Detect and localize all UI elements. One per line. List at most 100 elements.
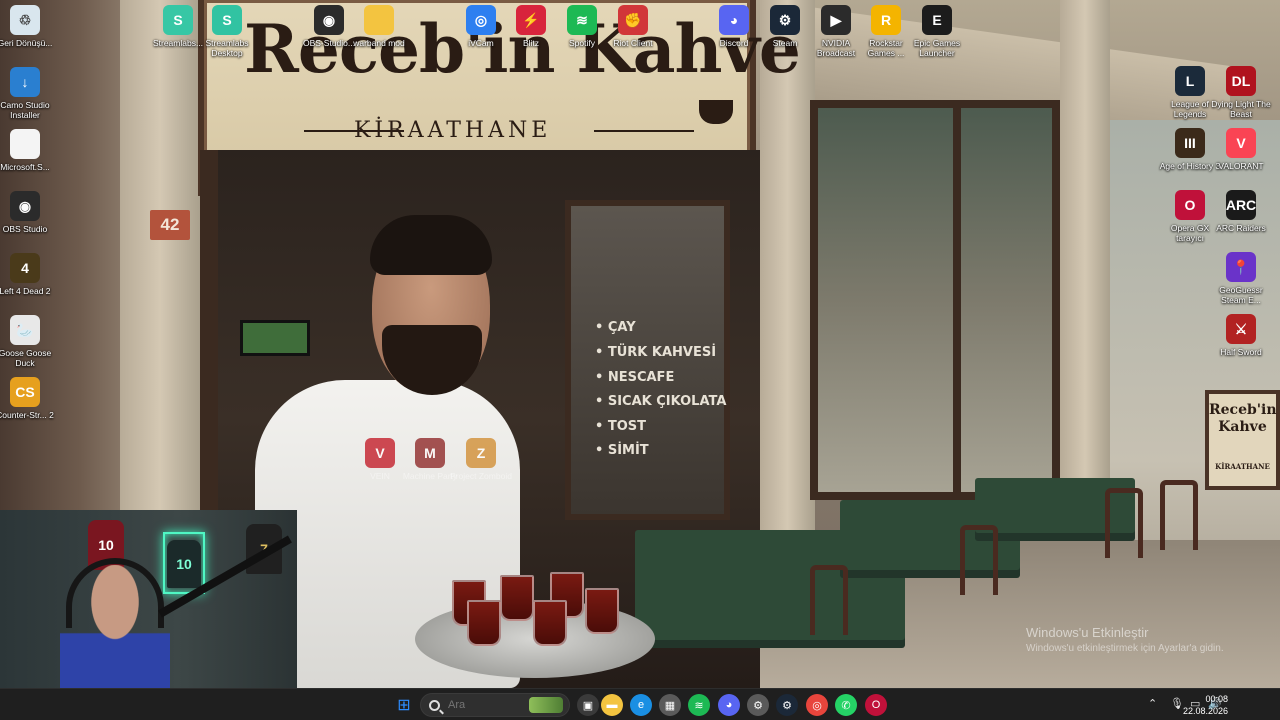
steam-taskbar-icon[interactable]: ⚙ <box>776 694 798 716</box>
desktop-shortcut-label: Streamlabs Desktop <box>205 38 249 58</box>
streamlabs-desktop-icon: S <box>212 5 242 35</box>
desktop-shortcut-label: GeoGuessr Steam E... <box>1219 285 1263 305</box>
clock-date: 22.08.2026 <box>1182 706 1228 716</box>
taskbar-search[interactable] <box>420 693 570 717</box>
steam-icon: ⚙ <box>770 5 800 35</box>
desktop-shortcut[interactable]: V VALORANT <box>1210 128 1272 171</box>
tea-glass <box>533 600 567 646</box>
desktop-shortcut[interactable]: 🦢 Goose Goose Duck <box>0 315 56 368</box>
obs-studio-icon: ◉ <box>10 191 40 221</box>
waiter-hair <box>370 215 492 275</box>
whatsapp-icon[interactable]: ✆ <box>835 694 857 716</box>
desktop-shortcut[interactable]: warband mod <box>348 5 410 48</box>
stand-sign-subtitle: KİRAATHANE <box>1215 462 1270 471</box>
settings-icon[interactable]: ⚙ <box>747 694 769 716</box>
coffee-cup-icon <box>699 100 733 124</box>
spotify-icon: ≋ <box>567 5 597 35</box>
desktop-shortcut[interactable]: ⚔ Half Sword <box>1210 314 1272 357</box>
menu-item: • TÜRK KAHVESİ <box>595 345 717 360</box>
desktop-shortcut[interactable]: Z Project Zomboid <box>450 438 512 481</box>
start-icon: ⊞ <box>397 697 411 714</box>
folder-icon <box>364 5 394 35</box>
task-view-icon[interactable]: ▣ <box>577 694 599 716</box>
rockstar-icon: R <box>871 5 901 35</box>
desktop-shortcut-label: VALORANT <box>1218 161 1264 171</box>
machine-party-icon: M <box>415 438 445 468</box>
menu-item: • ÇAY <box>595 320 636 335</box>
menu-item: • NESCAFE <box>595 370 675 385</box>
arc-raiders-icon: ARC <box>1226 190 1256 220</box>
chevron-up-icon[interactable]: ⌃ <box>1148 697 1157 710</box>
epic-icon: E <box>922 5 952 35</box>
cafe-chair <box>960 525 998 595</box>
camo-icon: ↓ <box>10 67 40 97</box>
desktop-shortcut-label: Left 4 Dead 2 <box>0 286 51 296</box>
discord-taskbar-icon[interactable]: ◕ <box>718 694 740 716</box>
cafe-tv <box>240 320 310 356</box>
webcam-overlay: 10 10 7 <box>0 510 297 688</box>
desktop-shortcut-label: Dying Light The Beast <box>1211 99 1271 119</box>
goose-icon: 🦢 <box>10 315 40 345</box>
cafe-chair <box>1105 488 1143 558</box>
desktop-shortcut[interactable]: ♲ Geri Dönüşü... <box>0 5 56 48</box>
wallpaper-window <box>810 100 1060 500</box>
valorant-icon: V <box>1226 128 1256 158</box>
vein-icon: V <box>365 438 395 468</box>
microphone-icon[interactable]: 🎙 <box>1170 697 1184 710</box>
tea-glass <box>467 600 501 646</box>
store-icon[interactable]: ▦ <box>659 694 681 716</box>
search-input[interactable] <box>448 699 518 711</box>
desktop-shortcut[interactable]: ARC ARC Raiders <box>1210 190 1272 233</box>
activation-watermark-text: Windows'u etkinleştirmek için Ayarlar'a … <box>1026 643 1224 654</box>
obs-icon: ◉ <box>314 5 344 35</box>
desktop-shortcut[interactable]: S Streamlabs Desktop <box>196 5 258 58</box>
zomboid-icon: Z <box>466 438 496 468</box>
desktop-shortcut[interactable]: CS Counter-Str... 2 <box>0 377 56 420</box>
door-number: 42 <box>150 210 190 240</box>
stand-sign-title: Receb'in Kahve <box>1209 402 1277 435</box>
chrome-icon[interactable]: ◎ <box>806 694 828 716</box>
jersey: 10 <box>167 540 201 588</box>
clock-time: 00:08 <box>1205 694 1228 704</box>
tea-glass <box>585 588 619 634</box>
desktop-shortcut[interactable]: ↓ Camo Studio Installer <box>0 67 56 120</box>
stand-sign: Receb'in Kahve KİRAATHANE <box>1205 390 1280 490</box>
search-highlight-image <box>529 697 563 713</box>
edge-icon[interactable]: e <box>630 694 652 716</box>
dying-light-icon: DL <box>1226 66 1256 96</box>
cafe-chair <box>1160 480 1198 550</box>
desktop-shortcut-label: ARC Raiders <box>1216 223 1266 233</box>
desktop-shortcut-label: Goose Goose Duck <box>0 348 52 368</box>
desktop-shortcut[interactable]: 📍 GeoGuessr Steam E... <box>1210 252 1272 305</box>
start-button[interactable]: ⊞ <box>393 694 415 716</box>
desktop-shortcut-label: Geri Dönüşü... <box>0 38 53 48</box>
desktop-shortcut-label: warband mod <box>353 38 405 48</box>
desktop-shortcut-label: Project Zomboid <box>450 471 512 481</box>
search-icon <box>429 699 440 711</box>
cafe-sign-subtitle: KİRAATHANE <box>354 118 552 143</box>
opera-taskbar-icon[interactable]: O <box>865 694 887 716</box>
blitz-icon: ⚡ <box>516 5 546 35</box>
desktop-shortcut[interactable]: Microsoft.S... <box>0 129 56 172</box>
nvidia-icon: ▶ <box>821 5 851 35</box>
menu-item: • SİMİT <box>595 443 649 458</box>
desktop-shortcut-label: Half Sword <box>1220 347 1262 357</box>
desktop-shortcut-label: OBS Studio <box>2 224 48 234</box>
file-icon <box>10 129 40 159</box>
desktop-shortcut-label: Camo Studio Installer <box>0 100 50 120</box>
menu-item: • SICAK ÇIKOLATA <box>595 394 727 409</box>
ivcam-icon: ◎ <box>466 5 496 35</box>
desktop-shortcut[interactable]: ✊ Riot Client <box>602 5 664 48</box>
cafe-chair <box>810 565 848 635</box>
streamlabs-icon: S <box>163 5 193 35</box>
desktop-shortcut[interactable]: ◉ OBS Studio <box>0 191 56 234</box>
desktop-shortcut[interactable]: E Epic Games Launcher <box>906 5 968 58</box>
file-explorer-icon[interactable]: ▬ <box>601 694 623 716</box>
desktop-shortcut[interactable]: DL Dying Light The Beast <box>1210 66 1272 119</box>
system-clock[interactable]: 00:08 22.08.2026 <box>1183 693 1228 717</box>
desktop-shortcut-label: Riot Client <box>613 38 653 48</box>
spotify-taskbar-icon[interactable]: ≋ <box>688 694 710 716</box>
desktop-shortcut-label: Epic Games Launcher <box>913 38 961 58</box>
l4d2-icon: 4 <box>10 253 40 283</box>
desktop-shortcut[interactable]: 4 Left 4 Dead 2 <box>0 253 56 296</box>
